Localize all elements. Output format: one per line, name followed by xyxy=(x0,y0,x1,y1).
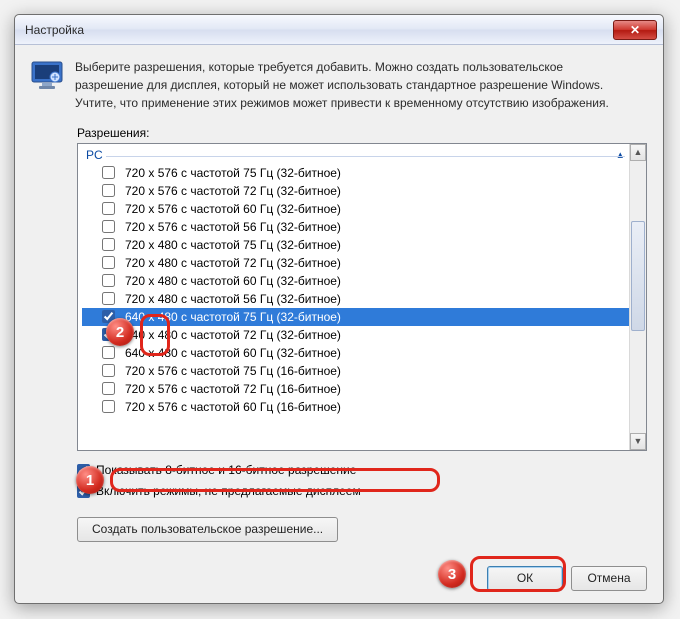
resolution-checkbox[interactable] xyxy=(102,400,115,413)
chevron-up-icon[interactable]: ▴ xyxy=(617,148,623,161)
option-label: Включить режимы, не предлагаемые дисплее… xyxy=(96,484,361,498)
close-button[interactable]: ✕ xyxy=(613,20,657,40)
cancel-button[interactable]: Отмена xyxy=(571,566,647,591)
list-item[interactable]: 720 x 480 с частотой 72 Гц (32-битное) xyxy=(82,254,629,272)
group-header-pc[interactable]: PC ▴ xyxy=(82,146,629,164)
resolution-checkbox[interactable] xyxy=(102,382,115,395)
resolution-checkbox[interactable] xyxy=(102,184,115,197)
resolution-label: 720 x 576 с частотой 56 Гц (32-битное) xyxy=(125,220,341,234)
list-item[interactable]: 720 x 576 с частотой 60 Гц (16-битное) xyxy=(82,398,629,416)
dialog-button-row: ОК Отмена xyxy=(31,550,647,591)
resolution-checkbox[interactable] xyxy=(102,166,115,179)
window-title: Настройка xyxy=(25,23,613,37)
monitor-icon xyxy=(31,61,65,91)
resolution-checkbox[interactable] xyxy=(102,220,115,233)
checkbox-show-8-16[interactable] xyxy=(77,464,90,477)
scroll-track[interactable] xyxy=(630,161,646,433)
intro-text: Выберите разрешения, которые требуется д… xyxy=(75,59,609,114)
resolution-label: 720 x 576 с частотой 72 Гц (16-битное) xyxy=(125,382,341,396)
list-item[interactable]: 640 x 480 с частотой 75 Гц (32-битное) xyxy=(82,308,629,326)
scroll-down-button[interactable]: ▼ xyxy=(630,433,646,450)
resolution-checkbox[interactable] xyxy=(102,310,115,323)
create-custom-row: Создать пользовательское разрешение... xyxy=(77,517,647,542)
list-item[interactable]: 720 x 576 с частотой 75 Гц (16-битное) xyxy=(82,362,629,380)
list-item[interactable]: 720 x 480 с частотой 60 Гц (32-битное) xyxy=(82,272,629,290)
resolution-label: 720 x 576 с частотой 75 Гц (32-битное) xyxy=(125,166,341,180)
resolution-label: 720 x 576 с частотой 75 Гц (16-битное) xyxy=(125,364,341,378)
ok-button[interactable]: ОК xyxy=(487,566,563,591)
resolution-label: 720 x 480 с частотой 56 Гц (32-битное) xyxy=(125,292,341,306)
scroll-thumb[interactable] xyxy=(631,221,645,331)
resolution-label: 720 x 480 с частотой 60 Гц (32-битное) xyxy=(125,274,341,288)
resolution-checkbox[interactable] xyxy=(102,346,115,359)
intro-block: Выберите разрешения, которые требуется д… xyxy=(31,59,647,114)
list-item[interactable]: 720 x 576 с частотой 75 Гц (32-битное) xyxy=(82,164,629,182)
resolution-checkbox[interactable] xyxy=(102,256,115,269)
resolution-checkbox[interactable] xyxy=(102,238,115,251)
close-icon: ✕ xyxy=(630,23,640,37)
list-item[interactable]: 720 x 480 с частотой 56 Гц (32-битное) xyxy=(82,290,629,308)
checkbox-include-unlisted[interactable] xyxy=(77,485,90,498)
resolution-label: 640 x 480 с частотой 72 Гц (32-битное) xyxy=(125,328,341,342)
list-item[interactable]: 720 x 576 с частотой 72 Гц (16-битное) xyxy=(82,380,629,398)
option-show-8-16-bit[interactable]: Показывать 8-битное и 16-битное разрешен… xyxy=(77,461,647,480)
resolution-checkbox[interactable] xyxy=(102,274,115,287)
resolution-label: 640 x 480 с частотой 60 Гц (32-битное) xyxy=(125,346,341,360)
dialog-window: Настройка ✕ Выберите разрешения, которые… xyxy=(14,14,664,604)
option-include-unlisted[interactable]: Включить режимы, не предлагаемые дисплее… xyxy=(77,482,647,501)
resolution-label: 720 x 576 с частотой 60 Гц (16-битное) xyxy=(125,400,341,414)
resolution-label: 720 x 480 с частотой 75 Гц (32-битное) xyxy=(125,238,341,252)
resolution-checkbox[interactable] xyxy=(102,202,115,215)
list-item[interactable]: 720 x 480 с частотой 75 Гц (32-битное) xyxy=(82,236,629,254)
resolution-label: 640 x 480 с частотой 75 Гц (32-битное) xyxy=(125,310,341,324)
resolution-label: 720 x 576 с частотой 72 Гц (32-битное) xyxy=(125,184,341,198)
resolutions-label: Разрешения: xyxy=(77,126,647,140)
resolution-checkbox[interactable] xyxy=(102,292,115,305)
option-label: Показывать 8-битное и 16-битное разрешен… xyxy=(96,463,356,477)
options-block: Показывать 8-битное и 16-битное разрешен… xyxy=(77,461,647,503)
titlebar[interactable]: Настройка ✕ xyxy=(15,15,663,45)
dialog-body: Выберите разрешения, которые требуется д… xyxy=(15,45,663,603)
list-item[interactable]: 640 x 480 с частотой 60 Гц (32-битное) xyxy=(82,344,629,362)
list-item[interactable]: 640 x 480 с частотой 72 Гц (32-битное) xyxy=(82,326,629,344)
create-custom-resolution-button[interactable]: Создать пользовательское разрешение... xyxy=(77,517,338,542)
vertical-scrollbar[interactable]: ▲ ▼ xyxy=(629,144,646,450)
scroll-up-button[interactable]: ▲ xyxy=(630,144,646,161)
list-item[interactable]: 720 x 576 с частотой 72 Гц (32-битное) xyxy=(82,182,629,200)
list-item[interactable]: 720 x 576 с частотой 56 Гц (32-битное) xyxy=(82,218,629,236)
resolution-label: 720 x 576 с частотой 60 Гц (32-битное) xyxy=(125,202,341,216)
resolution-checkbox[interactable] xyxy=(102,328,115,341)
resolution-label: 720 x 480 с частотой 72 Гц (32-битное) xyxy=(125,256,341,270)
resolutions-listbox[interactable]: PC ▴ 720 x 576 с частотой 75 Гц (32-битн… xyxy=(77,143,647,451)
group-label: PC xyxy=(86,148,103,162)
resolution-checkbox[interactable] xyxy=(102,364,115,377)
list-item[interactable]: 720 x 576 с частотой 60 Гц (32-битное) xyxy=(82,200,629,218)
